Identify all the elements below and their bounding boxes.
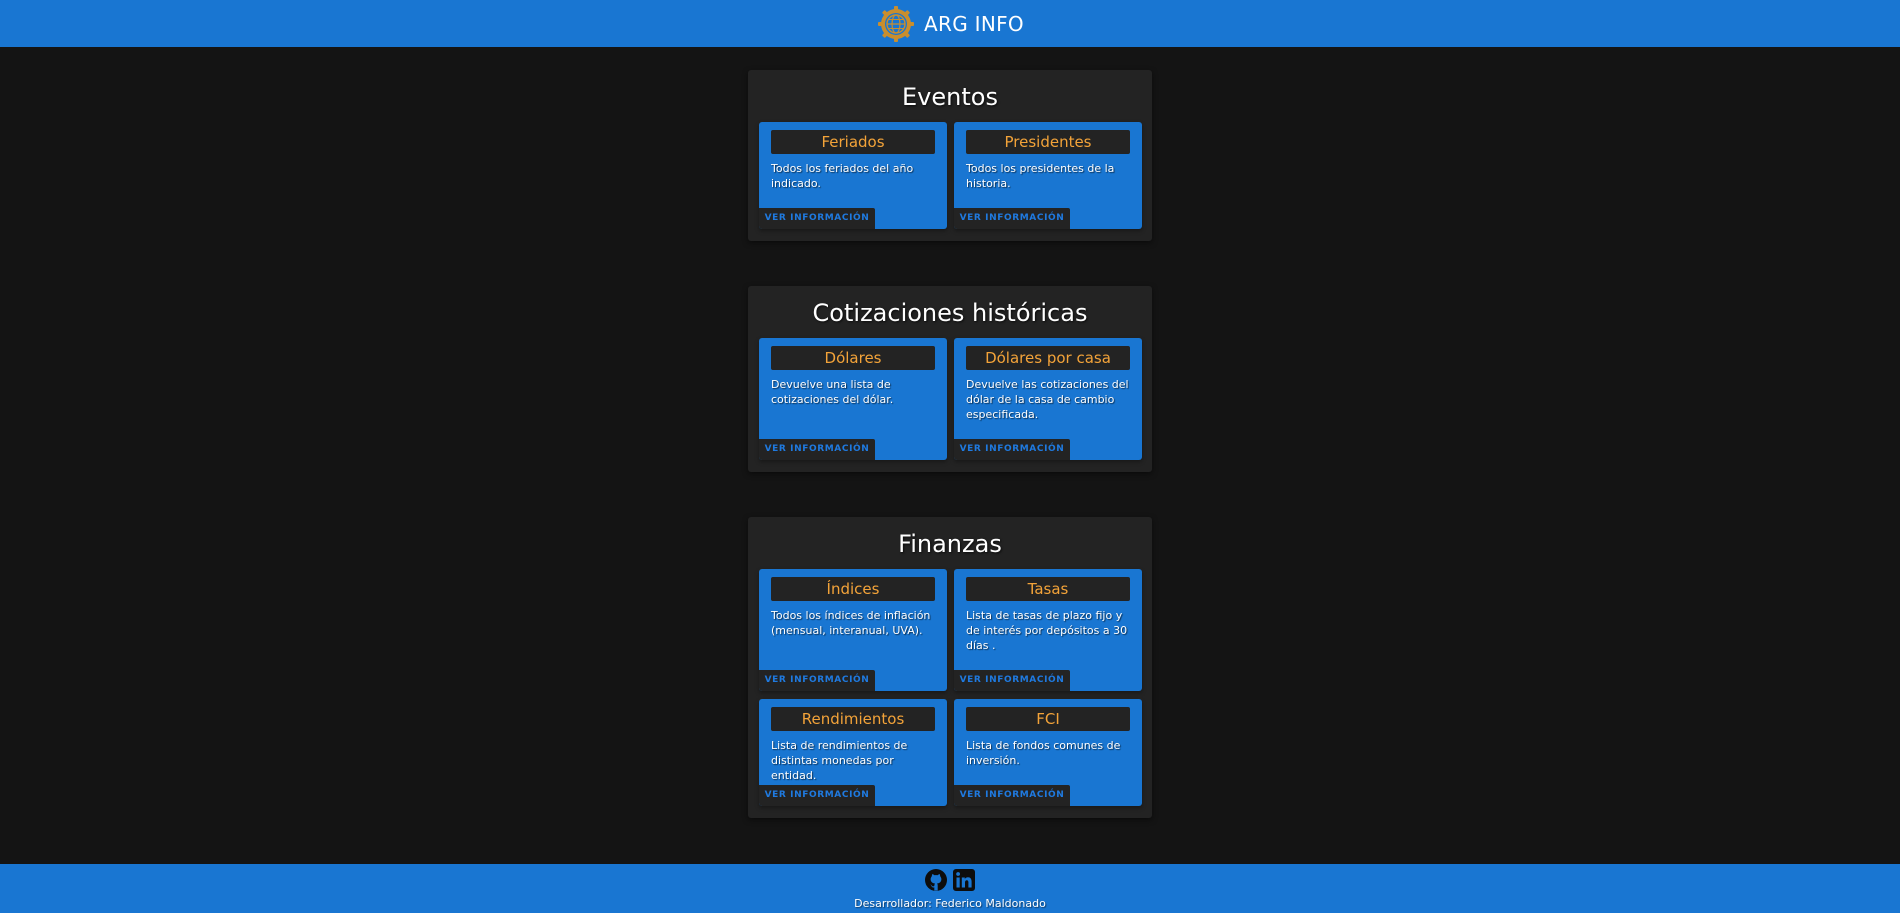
card-description: Lista de fondos comunes de inversión. xyxy=(966,739,1121,767)
card-description: Lista de tasas de plazo fijo y de interé… xyxy=(966,609,1128,652)
ver-informacion-button[interactable]: VER INFORMACIÓN xyxy=(759,439,875,460)
page-footer: Desarrollador: Federico Maldonado xyxy=(0,864,1900,913)
section-cotizaciones-historicas: Cotizaciones históricas Dólares Devuelve… xyxy=(748,286,1152,472)
card-description: Devuelve una lista de cotizaciones del d… xyxy=(771,378,894,406)
gear-globe-icon[interactable] xyxy=(876,4,916,44)
card-presidentes: Presidentes Todos los presidentes de la … xyxy=(954,122,1142,229)
card-description: Devuelve las cotizaciones del dólar de l… xyxy=(966,378,1129,421)
card-description: Todos los presidentes de la historia. xyxy=(966,162,1115,190)
section-title: Eventos xyxy=(902,83,998,111)
card-description: Todos los feriados del año indicado. xyxy=(771,162,914,190)
section-eventos: Eventos Feriados Todos los feriados del … xyxy=(748,70,1152,241)
ver-informacion-button[interactable]: VER INFORMACIÓN xyxy=(759,785,875,806)
ver-informacion-button[interactable]: VER INFORMACIÓN xyxy=(954,670,1070,691)
ver-informacion-button[interactable]: VER INFORMACIÓN xyxy=(759,208,875,229)
social-links xyxy=(924,868,976,892)
card-title: Dólares xyxy=(771,346,935,370)
section-finanzas: Finanzas Índices Todos los índices de in… xyxy=(748,517,1152,818)
card-title: Presidentes xyxy=(966,130,1130,154)
card-title: FCI xyxy=(966,707,1130,731)
ver-informacion-button[interactable]: VER INFORMACIÓN xyxy=(759,670,875,691)
card-indices: Índices Todos los índices de inflación (… xyxy=(759,569,947,691)
ver-informacion-button[interactable]: VER INFORMACIÓN xyxy=(954,208,1070,229)
card-grid: Feriados Todos los feriados del año indi… xyxy=(759,122,1142,229)
card-dolares-por-casa: Dólares por casa Devuelve las cotizacion… xyxy=(954,338,1142,460)
card-fci: FCI Lista de fondos comunes de inversión… xyxy=(954,699,1142,806)
card-title: Tasas xyxy=(966,577,1130,601)
card-dolares: Dólares Devuelve una lista de cotizacion… xyxy=(759,338,947,460)
section-title: Cotizaciones históricas xyxy=(812,299,1088,327)
card-title: Rendimientos xyxy=(771,707,935,731)
linkedin-icon[interactable] xyxy=(952,868,976,892)
card-grid: Índices Todos los índices de inflación (… xyxy=(759,569,1142,806)
top-header: ARG INFO xyxy=(0,0,1900,47)
card-description: Todos los índices de inflación (mensual,… xyxy=(771,609,931,637)
brand-title[interactable]: ARG INFO xyxy=(924,12,1024,36)
card-title: Feriados xyxy=(771,130,935,154)
ver-informacion-button[interactable]: VER INFORMACIÓN xyxy=(954,439,1070,460)
developer-credit: Desarrollador: Federico Maldonado xyxy=(854,897,1046,910)
card-description: Lista de rendimientos de distintas moned… xyxy=(771,739,908,782)
card-rendimientos: Rendimientos Lista de rendimientos de di… xyxy=(759,699,947,806)
card-grid: Dólares Devuelve una lista de cotizacion… xyxy=(759,338,1142,460)
card-title: Índices xyxy=(771,577,935,601)
github-icon[interactable] xyxy=(924,868,948,892)
card-title: Dólares por casa xyxy=(966,346,1130,370)
card-feriados: Feriados Todos los feriados del año indi… xyxy=(759,122,947,229)
card-tasas: Tasas Lista de tasas de plazo fijo y de … xyxy=(954,569,1142,691)
section-title: Finanzas xyxy=(898,530,1002,558)
ver-informacion-button[interactable]: VER INFORMACIÓN xyxy=(954,785,1070,806)
main-content: Eventos Feriados Todos los feriados del … xyxy=(748,70,1152,818)
